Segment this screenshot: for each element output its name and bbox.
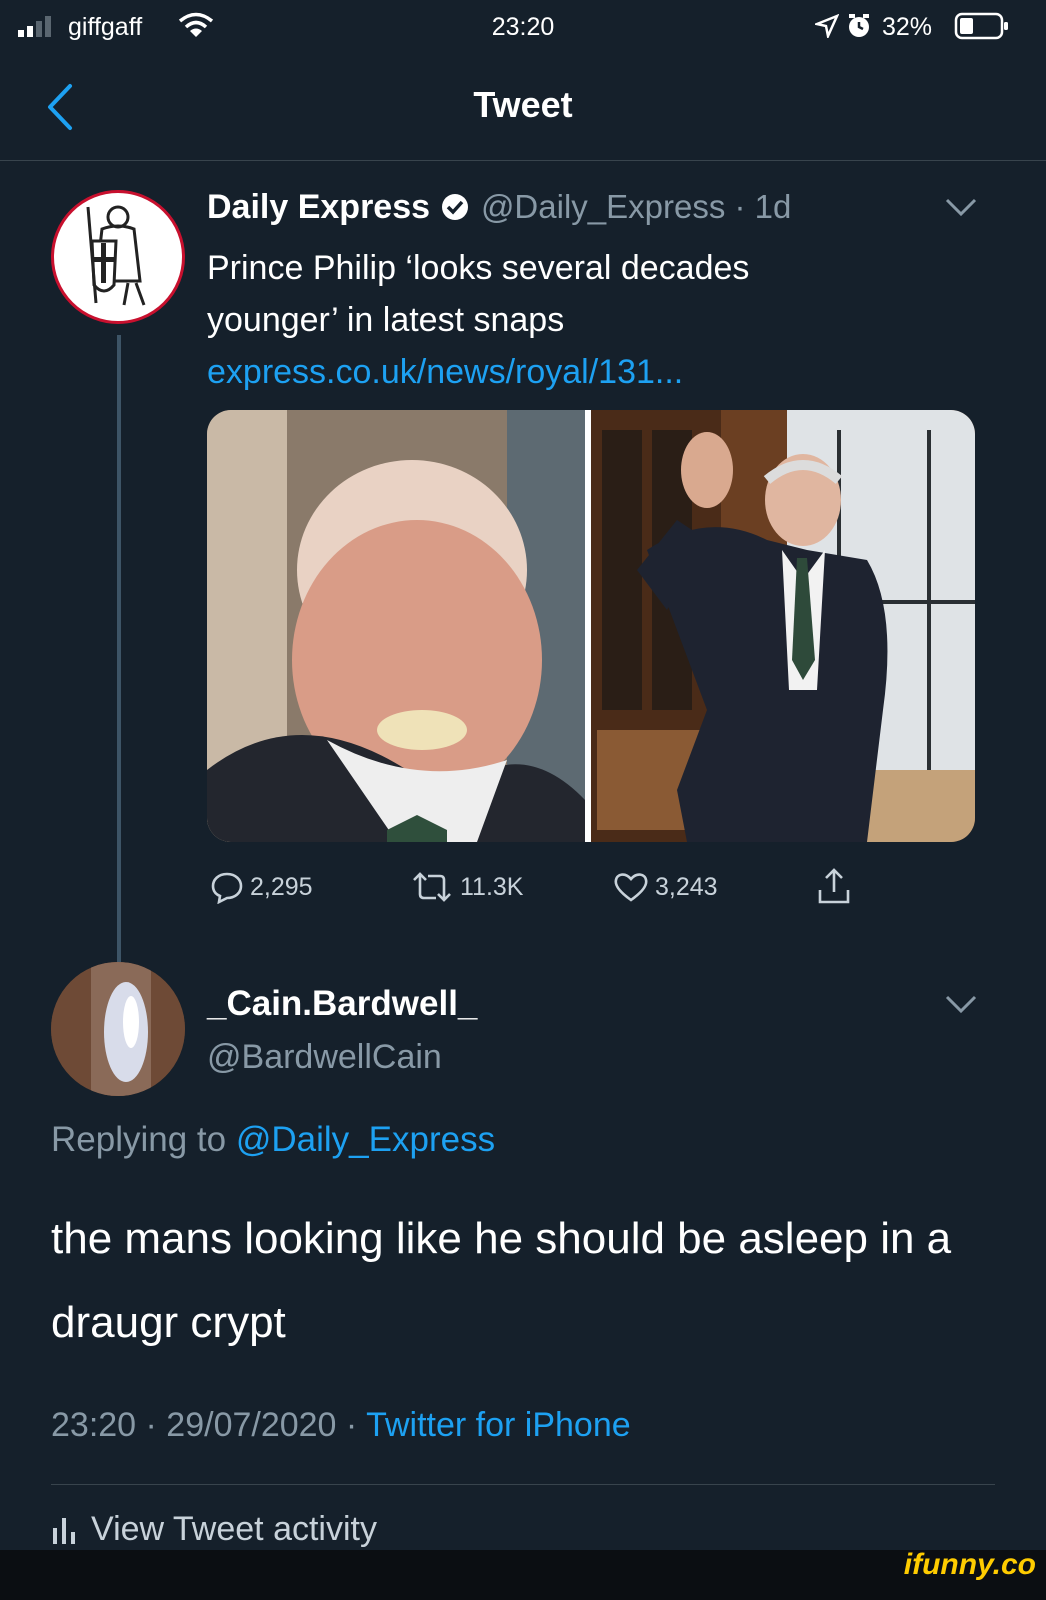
nav-bar: Tweet [0, 60, 1046, 161]
status-bar: giffgaff 23:20 32% [0, 0, 1046, 52]
like-button[interactable]: 3,243 [613, 870, 718, 904]
page-title: Tweet [473, 84, 573, 125]
location-icon [812, 13, 840, 43]
tweet-meta: 23:20 · 29/07/2020 · Twitter for iPhone [51, 1406, 631, 1445]
retweet-icon [413, 872, 451, 902]
battery-percent: 32% [882, 13, 933, 41]
reply-text: the mans looking like he should be aslee… [51, 1214, 952, 1347]
crusader-logo-icon [86, 205, 146, 306]
share-button[interactable] [816, 866, 852, 906]
reply-author-handle[interactable]: @BardwellCain [207, 1038, 477, 1077]
replying-to-label: Replying to [51, 1120, 227, 1159]
reply-menu-button[interactable] [944, 993, 978, 1020]
view-activity-label: View Tweet activity [91, 1510, 377, 1548]
reply-button[interactable]: 2,295 [210, 870, 313, 904]
client-link[interactable]: Twitter for iPhone [366, 1406, 631, 1444]
alarm-icon [846, 13, 872, 44]
tweet-header: Daily Express @Daily_Express · 1d [207, 188, 792, 227]
retweet-count: 11.3K [460, 872, 524, 901]
article-link[interactable]: express.co.uk/news/royal/131... [207, 346, 987, 398]
analytics-icon [51, 1512, 77, 1553]
comment-icon [211, 872, 243, 904]
avatar-photo [51, 962, 185, 1096]
share-icon [818, 868, 850, 904]
tweet-menu-button[interactable] [944, 196, 978, 223]
retweet-button[interactable]: 11.3K [410, 870, 523, 904]
tweet-age: 1d [754, 188, 792, 225]
chevron-down-icon [945, 995, 977, 1014]
verified-badge-icon [440, 192, 470, 227]
replying-to-handle[interactable]: @Daily_Express [236, 1120, 495, 1159]
reply-header: _Cain.Bardwell_ @BardwellCain [207, 984, 477, 1077]
heart-icon [614, 873, 648, 902]
photo-collage [207, 410, 975, 842]
timestamp: 23:20 · 29/07/2020 · [51, 1406, 358, 1444]
daily-express-avatar[interactable] [51, 190, 185, 324]
tweet-media[interactable] [207, 410, 975, 842]
tweet-text-line: younger’ in latest snaps [207, 301, 565, 339]
author-name[interactable]: Daily Express [207, 188, 430, 226]
chevron-down-icon [945, 198, 977, 217]
tweet-text-line: Prince Philip ‘looks several decades [207, 249, 750, 287]
thread-line [117, 335, 121, 967]
like-count: 3,243 [655, 872, 718, 901]
reply-author-avatar[interactable] [51, 962, 185, 1096]
watermark: ifunny.co [903, 1548, 1036, 1581]
battery-icon [954, 12, 1010, 45]
replying-to: Replying to @Daily_Express [51, 1120, 495, 1160]
reply-author-name[interactable]: _Cain.Bardwell_ [207, 984, 477, 1024]
bottom-bar [0, 1550, 1046, 1600]
tweet-text: Prince Philip ‘looks several decades you… [207, 242, 987, 398]
divider [51, 1484, 995, 1485]
reply-count: 2,295 [250, 872, 313, 901]
author-handle[interactable]: @Daily_Express [481, 188, 725, 225]
view-activity-button[interactable]: View Tweet activity [51, 1510, 377, 1553]
